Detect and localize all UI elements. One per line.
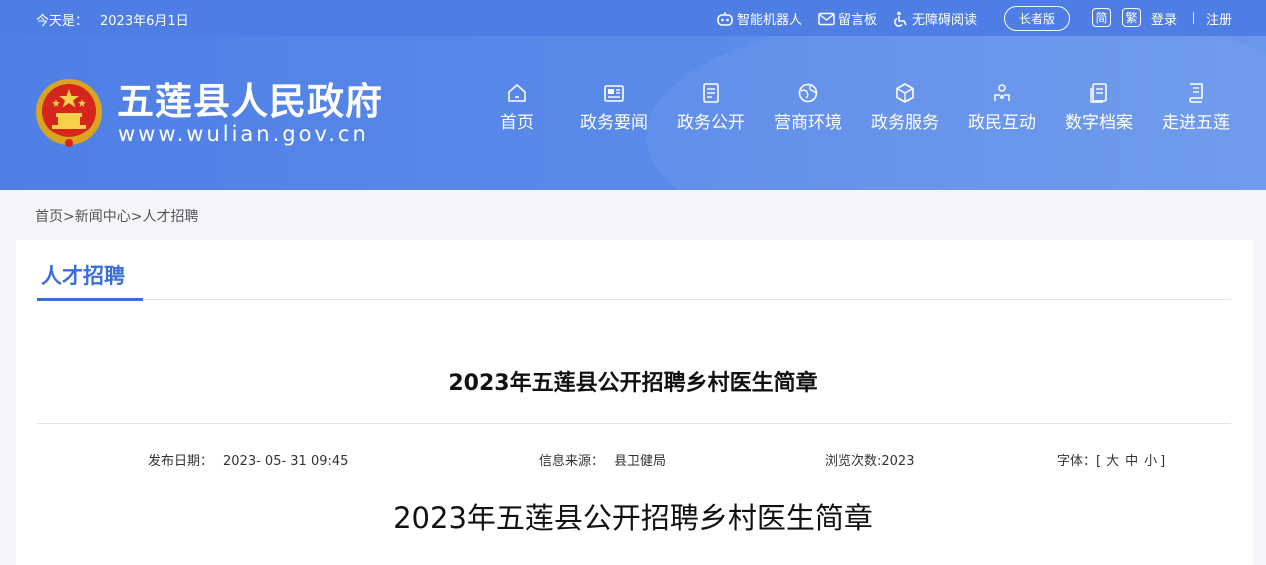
publish-date-label: 发布日期： — [148, 454, 214, 469]
source-label: 信息来源： — [539, 454, 605, 469]
accessible-reading-link[interactable]: 无障碍阅读 — [892, 9, 977, 28]
nav-item-label: 政务要闻 — [580, 113, 648, 133]
publish-date-value: 2023- 05- 31 09:45 — [223, 454, 349, 469]
date-value: 2023年6月1日 — [100, 14, 189, 29]
traditional-chinese-button[interactable]: 繁 — [1122, 8, 1141, 27]
nav-item-label: 政务公开 — [677, 113, 745, 133]
nav-item-government-services[interactable]: 政务服务 — [860, 82, 950, 133]
nav-item-interaction[interactable]: 政民互动 — [957, 82, 1047, 133]
site-url: www.wulian.gov.cn — [118, 122, 369, 146]
book-icon — [1189, 83, 1203, 103]
nav-item-about-wulian[interactable]: 走进五莲 — [1151, 82, 1241, 133]
breadcrumb-separator: > — [63, 209, 75, 225]
news-icon — [604, 85, 624, 102]
source-value: 县卫健局 — [614, 454, 667, 469]
topbar-divider — [1193, 12, 1194, 24]
simplified-chinese-button[interactable]: 简 — [1092, 8, 1111, 27]
breadcrumb-separator: > — [130, 209, 143, 225]
font-medium-button[interactable]: 中 — [1125, 454, 1138, 469]
article-divider — [37, 423, 1231, 424]
nav-item-label: 营商环境 — [774, 113, 842, 133]
nav-item-news[interactable]: 政务要闻 — [569, 82, 659, 133]
nav-item-label: 政民互动 — [968, 113, 1036, 133]
accessibility-icon — [894, 11, 907, 27]
nav-item-label: 数字档案 — [1065, 113, 1133, 133]
breadcrumb-news[interactable]: 新闻中心 — [75, 209, 131, 225]
category-divider — [37, 299, 1231, 300]
cube-icon — [896, 83, 914, 103]
site-header: 五莲县人民政府 www.wulian.gov.cn 首页 政务要闻 政务公开 营… — [0, 36, 1266, 190]
breadcrumb-home[interactable]: 首页 — [35, 209, 63, 225]
national-emblem-icon[interactable] — [34, 77, 104, 151]
views-value: 2023 — [881, 454, 915, 469]
message-board-link[interactable]: 留言板 — [818, 9, 877, 28]
archive-icon — [1090, 83, 1107, 103]
top-bar: 今天是： 2023年6月1日 智能机器人 留言板 无障碍阅读 长者版 简 繁 登录… — [0, 0, 1266, 36]
home-icon — [508, 84, 526, 102]
font-bracket-open: [ — [1096, 454, 1102, 469]
category-underline — [37, 298, 143, 301]
view-count: 浏览次数:2023 — [825, 450, 914, 469]
info-source: 信息来源： 县卫健局 — [539, 450, 666, 469]
globe-icon — [798, 83, 818, 103]
breadcrumb-current[interactable]: 人才招聘 — [142, 209, 198, 225]
nav-item-label: 首页 — [500, 113, 534, 133]
font-bracket-close: ] — [1160, 454, 1166, 469]
font-small-button[interactable]: 小 — [1144, 454, 1157, 469]
date-label: 今天是： — [36, 14, 89, 29]
current-date: 今天是： 2023年6月1日 — [36, 10, 189, 29]
nav-item-label: 政务服务 — [871, 113, 939, 133]
views-label: 浏览次数: — [825, 454, 882, 469]
interaction-icon — [994, 84, 1010, 101]
article-title: 2023年五莲县公开招聘乡村医生简章 — [448, 371, 818, 396]
nav-item-label: 走进五莲 — [1162, 113, 1230, 133]
site-name[interactable]: 五莲县人民政府 — [117, 80, 383, 124]
robot-icon — [717, 11, 733, 26]
nav-item-business-environment[interactable]: 营商环境 — [763, 82, 853, 133]
robot-label: 智能机器人 — [737, 13, 803, 28]
article-body-title: 2023年五莲县公开招聘乡村医生简章 — [393, 501, 873, 535]
robot-link[interactable]: 智能机器人 — [716, 9, 802, 28]
breadcrumb: 首页>新闻中心>人才招聘 — [35, 206, 198, 226]
nav-item-public-affairs[interactable]: 政务公开 — [666, 82, 756, 133]
publish-date: 发布日期： 2023- 05- 31 09:45 — [148, 450, 348, 469]
message-board-label: 留言板 — [838, 13, 878, 28]
document-icon — [703, 83, 719, 103]
font-large-button[interactable]: 大 — [1106, 454, 1119, 469]
font-size-control: 字体：[ 大中小] — [1057, 450, 1165, 469]
mail-icon — [818, 12, 835, 25]
accessible-label: 无障碍阅读 — [912, 13, 978, 28]
category-title: 人才招聘 — [41, 264, 125, 288]
nav-item-digital-archive[interactable]: 数字档案 — [1054, 82, 1144, 133]
register-link[interactable]: 注册 — [1206, 9, 1232, 28]
elder-version-button[interactable]: 长者版 — [1004, 6, 1070, 31]
login-link[interactable]: 登录 — [1151, 9, 1177, 28]
nav-item-home[interactable]: 首页 — [472, 82, 562, 133]
font-size-label: 字体： — [1057, 454, 1097, 469]
